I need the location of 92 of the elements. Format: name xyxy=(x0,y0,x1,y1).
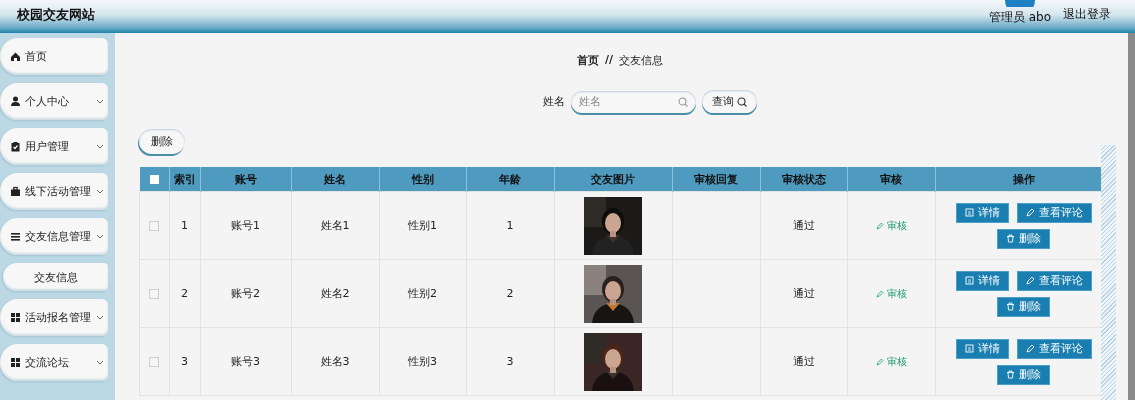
menu-label: 活动报名管理 xyxy=(25,310,92,325)
select-all-checkbox[interactable] xyxy=(149,175,159,184)
column-header: 年龄 xyxy=(466,167,554,192)
menu-label: 个人中心 xyxy=(25,94,70,109)
user-icon xyxy=(10,96,21,107)
document-icon xyxy=(964,276,974,285)
review-link[interactable]: 审核 xyxy=(875,286,907,301)
details-button[interactable]: 详情 xyxy=(955,270,1009,291)
table-cell: 账号2 xyxy=(200,259,291,328)
menu-label: 首页 xyxy=(25,49,48,64)
grid-icon xyxy=(10,312,21,323)
briefcase-icon xyxy=(10,186,21,197)
trash-icon xyxy=(1006,370,1015,379)
table-cell: 通过 xyxy=(760,327,847,396)
logout-link[interactable]: 退出登录 xyxy=(1063,6,1111,23)
breadcrumb-separator: // xyxy=(604,53,613,68)
menu-item[interactable]: 用户管理 xyxy=(0,128,108,165)
row-checkbox[interactable] xyxy=(149,357,160,367)
menu-label: 交友信息管理 xyxy=(25,229,92,244)
column-header: 交友图片 xyxy=(554,167,672,192)
user-name: 管理员 abo xyxy=(988,9,1051,26)
column-header: 索引 xyxy=(169,167,200,192)
column-header: 性别 xyxy=(379,167,466,192)
table-cell: 3 xyxy=(169,327,200,396)
table-cell: 性别1 xyxy=(379,191,466,260)
document-icon xyxy=(964,344,974,353)
table-cell: 姓名3 xyxy=(291,327,379,396)
table-cell: 2 xyxy=(169,259,200,328)
table-cell: 姓名2 xyxy=(291,259,379,328)
table-cell: 账号3 xyxy=(200,327,291,396)
edit-icon xyxy=(875,221,884,230)
clipboard-icon xyxy=(10,141,21,152)
menu-item[interactable]: 交友信息管理 xyxy=(0,218,108,255)
query-button[interactable]: 查询 xyxy=(702,90,757,113)
submenu-item[interactable]: 交友信息 xyxy=(3,263,108,291)
column-header: 审核 xyxy=(847,167,935,192)
review-link[interactable]: 审核 xyxy=(875,218,907,233)
column-header: 审核状态 xyxy=(760,167,847,192)
review-link[interactable]: 审核 xyxy=(875,354,907,369)
menu-label: 用户管理 xyxy=(25,139,70,154)
trash-icon xyxy=(1006,302,1015,311)
breadcrumb-link[interactable]: 首页 xyxy=(576,53,599,68)
delete-button[interactable]: 删除 xyxy=(997,364,1050,385)
document-icon xyxy=(964,208,974,217)
menu-item[interactable]: 个人中心 xyxy=(0,83,108,120)
breadcrumb-current: 交友信息 xyxy=(619,53,663,68)
table-cell: 通过 xyxy=(760,191,847,260)
column-header: 审核回复 xyxy=(672,167,760,192)
comments-button[interactable]: 查看评论 xyxy=(1016,202,1092,223)
table-cell: 1 xyxy=(466,191,554,260)
row-checkbox[interactable] xyxy=(149,289,160,299)
row-checkbox[interactable] xyxy=(149,221,160,231)
menu-item[interactable]: 交流论坛 xyxy=(0,344,108,381)
menu-item[interactable]: 线下活动管理 xyxy=(0,173,108,210)
search-icon xyxy=(737,96,747,107)
edit-icon xyxy=(875,289,884,298)
grid-icon xyxy=(10,357,21,368)
menu-label: 交友信息 xyxy=(33,269,78,285)
details-button[interactable]: 详情 xyxy=(955,202,1009,223)
table-cell: 性别2 xyxy=(379,259,466,328)
search-label: 姓名 xyxy=(543,94,565,109)
column-header: 姓名 xyxy=(291,167,379,192)
menu-label: 线下活动管理 xyxy=(25,184,92,199)
table-cell: 1 xyxy=(169,191,200,260)
table-cell: 通过 xyxy=(760,259,847,328)
table-cell: 账号1 xyxy=(200,191,291,260)
column-header: 账号 xyxy=(200,167,291,192)
delete-button[interactable]: 删除 xyxy=(139,128,185,154)
menu-item[interactable]: 活动报名管理 xyxy=(0,299,108,336)
table-cell: 姓名1 xyxy=(291,191,379,260)
table-cell: 性别3 xyxy=(379,327,466,396)
table-cell: 3 xyxy=(466,327,554,396)
trash-icon xyxy=(1006,234,1015,243)
edit-icon xyxy=(1025,344,1035,353)
list-icon xyxy=(10,231,21,242)
menu-label: 交流论坛 xyxy=(25,355,70,370)
avatar-icon xyxy=(1004,0,1035,7)
details-button[interactable]: 详情 xyxy=(955,338,1009,359)
comments-button[interactable]: 查看评论 xyxy=(1016,270,1092,291)
search-icon xyxy=(678,96,688,107)
menu-item[interactable]: 首页 xyxy=(0,38,108,75)
table-cell: 2 xyxy=(466,259,554,328)
edit-icon xyxy=(875,357,884,366)
edit-icon xyxy=(1025,208,1035,217)
home-icon xyxy=(10,51,21,62)
delete-button[interactable]: 删除 xyxy=(997,296,1050,317)
scrollbar[interactable] xyxy=(1128,33,1135,400)
edit-icon xyxy=(1025,276,1035,285)
delete-button[interactable]: 删除 xyxy=(997,228,1050,249)
comments-button[interactable]: 查看评论 xyxy=(1016,338,1092,359)
site-title: 校园交友网站 xyxy=(17,5,95,24)
search-field[interactable]: 姓名 xyxy=(571,90,696,113)
